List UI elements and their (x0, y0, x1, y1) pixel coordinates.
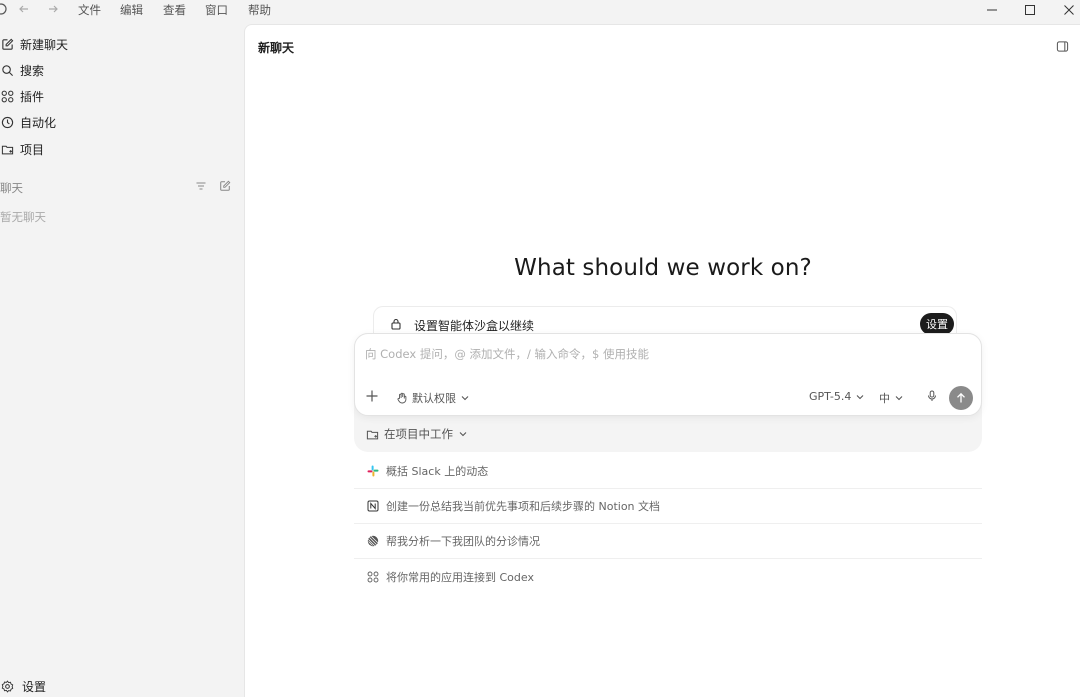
work-in-project-selector[interactable]: 在项目中工作 (366, 426, 468, 442)
sidebar-item-label: 项目 (20, 142, 45, 157)
suggestion-item[interactable]: 概括 Slack 上的动态 (354, 454, 982, 489)
chevron-down-icon (855, 392, 865, 402)
sidebar-item-plugins[interactable]: 插件 (0, 86, 44, 106)
minimize-icon[interactable] (982, 1, 1002, 19)
folder-icon (0, 142, 14, 156)
model-label: GPT-5.4 (809, 390, 852, 403)
sidebar-item-label: 新建聊天 (20, 37, 69, 52)
sidebar-item-search[interactable]: 搜索 (0, 60, 44, 80)
sidebar: 新建聊天 搜索 插件 自动化 项目 聊天 暂无聊天 设置 (0, 20, 243, 697)
sidebar-item-label: 插件 (20, 89, 45, 104)
sidebar-item-label: 自动化 (20, 115, 57, 130)
suggestion-text: 帮我分析一下我团队的分诊情况 (386, 535, 540, 548)
title-bar: 文件 编辑 查看 窗口 帮助 (0, 0, 1080, 20)
gear-icon (0, 679, 14, 693)
suggestion-text: 概括 Slack 上的动态 (386, 465, 489, 478)
sandbox-setup-button[interactable]: 设置 (920, 313, 954, 335)
apps-icon (366, 570, 380, 584)
new-chat-small-icon[interactable] (217, 178, 233, 194)
arrow-up-icon (955, 392, 967, 404)
chats-section-label: 聊天 (0, 181, 23, 195)
search-icon (0, 63, 14, 77)
suggestion-item[interactable]: 创建一份总结我当前优先事项和后续步骤的 Notion 文档 (354, 489, 982, 524)
clock-icon (0, 115, 14, 129)
hand-icon (396, 392, 408, 404)
menu-view[interactable]: 查看 (163, 2, 186, 18)
menu-edit[interactable]: 编辑 (120, 2, 143, 18)
model-selector[interactable]: GPT-5.4 (809, 390, 865, 403)
suggestion-list: 概括 Slack 上的动态 创建一份总结我当前优先事项和后续步骤的 Notion… (354, 454, 982, 594)
permission-selector[interactable]: 默认权限 (396, 390, 470, 406)
linear-icon (366, 534, 380, 548)
app-icon (0, 2, 8, 16)
send-button[interactable] (949, 386, 973, 410)
menu-file[interactable]: 文件 (78, 2, 101, 18)
suggestion-item[interactable]: 帮我分析一下我团队的分诊情况 (354, 524, 982, 559)
sidebar-item-automation[interactable]: 自动化 (0, 112, 56, 132)
sidebar-item-projects[interactable]: 项目 (0, 139, 44, 159)
notion-icon (366, 499, 380, 513)
project-label: 在项目中工作 (384, 427, 453, 441)
menu-help[interactable]: 帮助 (248, 2, 271, 18)
chevron-down-icon (458, 429, 468, 439)
plugins-icon (0, 89, 14, 103)
close-icon[interactable] (1059, 1, 1079, 19)
main-panel: 新聊天 What should we work on? 设置智能体沙盒以继续 设… (244, 24, 1080, 697)
sidebar-item-new-chat[interactable]: 新建聊天 (0, 34, 68, 54)
plus-icon (365, 389, 379, 403)
suggestion-text: 创建一份总结我当前优先事项和后续步骤的 Notion 文档 (386, 500, 661, 513)
folder-plus-icon (366, 428, 379, 441)
settings-label: 设置 (22, 679, 47, 694)
suggestion-text: 将你常用的应用连接到 Codex (386, 570, 534, 584)
settings-button[interactable]: 设置 (0, 676, 46, 696)
lock-icon (389, 317, 403, 331)
permission-label: 默认权限 (412, 392, 456, 405)
empty-chats-text: 暂无聊天 (0, 210, 46, 224)
panel-toggle-icon[interactable] (1054, 38, 1070, 54)
chevron-down-icon (894, 393, 904, 403)
prompt-input[interactable]: 向 Codex 提问，@ 添加文件，/ 输入命令，$ 使用技能 (365, 346, 649, 362)
composer: 向 Codex 提问，@ 添加文件，/ 输入命令，$ 使用技能 默认权限 GPT… (354, 333, 982, 416)
effort-label: 中 (879, 392, 890, 405)
slack-icon (366, 464, 380, 478)
add-attachment-button[interactable] (365, 389, 379, 403)
forward-arrow-icon[interactable] (46, 2, 60, 16)
suggestion-item[interactable]: 将你常用的应用连接到 Codex (354, 559, 982, 594)
page-title: 新聊天 (258, 41, 295, 55)
microphone-button[interactable] (926, 390, 938, 402)
chevron-down-icon (460, 393, 470, 403)
compose-icon (0, 37, 14, 51)
effort-selector[interactable]: 中 (879, 390, 904, 406)
hero-heading: What should we work on? (514, 255, 812, 281)
filter-icon[interactable] (193, 178, 209, 194)
menu-window[interactable]: 窗口 (205, 2, 228, 18)
sidebar-item-label: 搜索 (20, 63, 45, 78)
sandbox-text: 设置智能体沙盒以继续 (414, 319, 535, 333)
microphone-icon (926, 390, 938, 402)
maximize-icon[interactable] (1020, 1, 1040, 19)
back-arrow-icon[interactable] (17, 2, 31, 16)
